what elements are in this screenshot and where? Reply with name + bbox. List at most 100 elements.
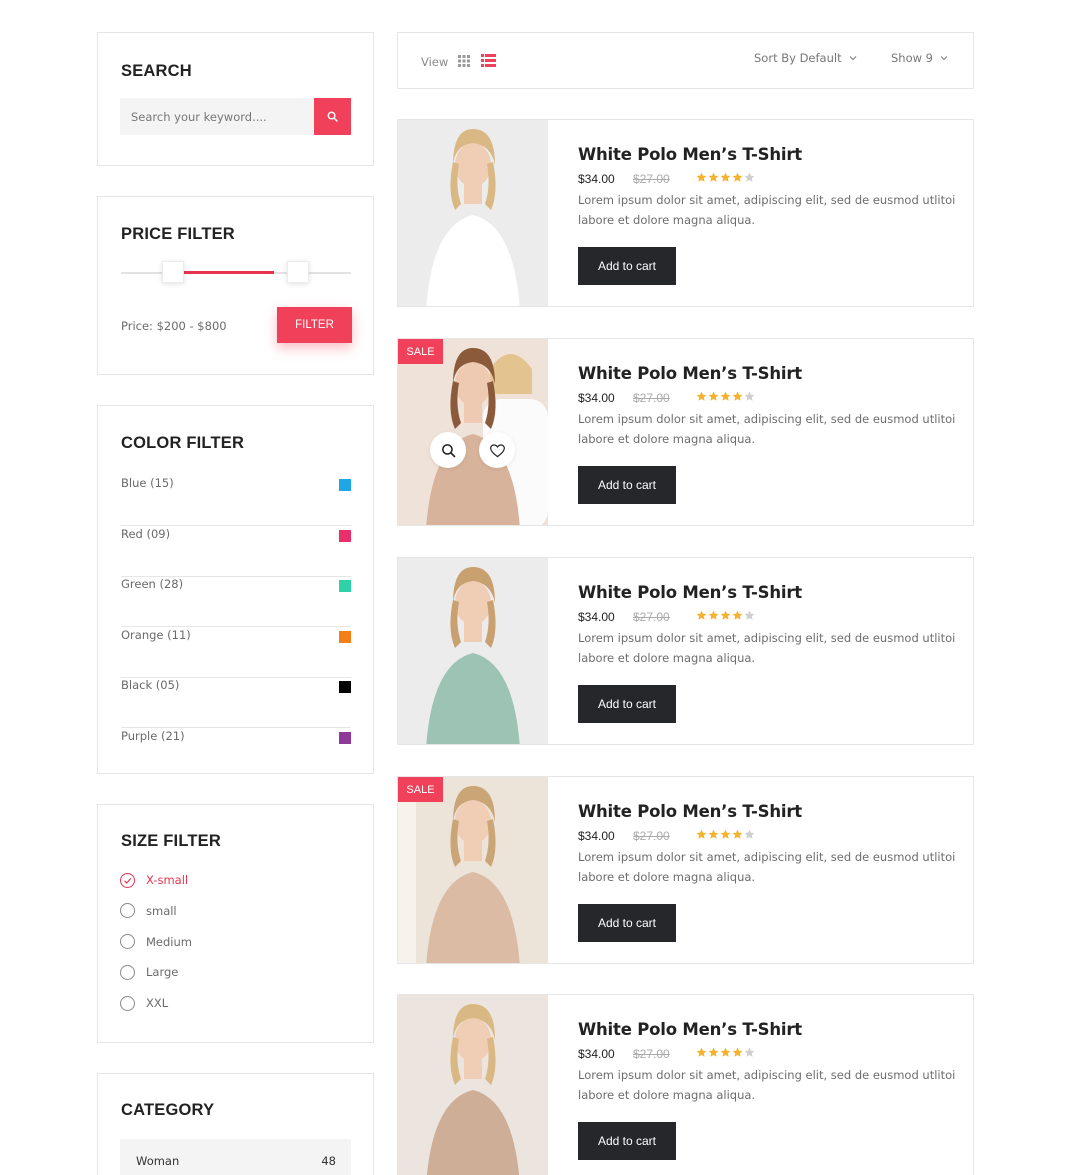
radio-icon[interactable] (120, 964, 135, 980)
star-empty-icon (744, 1047, 755, 1057)
add-to-cart-button[interactable]: Add to cart (578, 1122, 676, 1160)
radio-icon[interactable] (120, 995, 135, 1011)
filter-button[interactable]: FILTER (277, 307, 352, 343)
product-price: $34.00 (578, 1047, 615, 1061)
star-filled-icon (708, 829, 719, 839)
grid-view-icon[interactable] (458, 55, 470, 67)
search-box (120, 98, 351, 135)
color-filter-item[interactable]: Green (28) (121, 577, 351, 628)
product-description: Lorem ipsum dolor sit amet, adipiscing e… (578, 412, 956, 446)
star-filled-icon (720, 172, 731, 182)
product-thumbnail[interactable] (398, 995, 548, 1175)
product-title[interactable]: White Polo Men’s T-Shirt (578, 1020, 802, 1039)
search-icon (327, 111, 338, 122)
star-empty-icon (744, 829, 755, 839)
color-filter-item[interactable]: Orange (11) (121, 628, 351, 678)
product-price: $34.00 (578, 829, 615, 843)
product-image (398, 120, 548, 306)
view-label: View (421, 55, 449, 69)
product-card: White Polo Men’s T-Shirt $34.00 $27.00 Lore… (397, 994, 974, 1175)
quick-view-button[interactable] (430, 432, 466, 468)
price-filter-widget: PRICE FILTER Price: $200 - $800 FILTER (97, 196, 374, 375)
product-price: $34.00 (578, 391, 615, 405)
add-to-cart-button[interactable]: Add to cart (578, 466, 676, 504)
product-title[interactable]: White Polo Men’s T-Shirt (578, 364, 802, 383)
product-thumbnail[interactable]: SALE (398, 777, 548, 963)
search-input[interactable] (120, 98, 314, 135)
sale-badge: SALE (398, 777, 443, 802)
star-filled-icon (732, 829, 743, 839)
color-filter-item[interactable]: Blue (15) (121, 476, 351, 526)
color-filter-label: Green (28) (121, 577, 184, 592)
price-filter-title: PRICE FILTER (121, 225, 235, 243)
list-view-icon[interactable] (481, 54, 496, 67)
size-option[interactable]: small (120, 902, 177, 920)
product-description: Lorem ipsum dolor sit amet, adipiscing e… (578, 631, 956, 665)
color-swatch (339, 479, 351, 491)
show-count-dropdown[interactable]: Show 9 (891, 51, 948, 65)
price-range-label: Price: $200 - $800 (121, 319, 227, 333)
product-price: $34.00 (578, 172, 615, 186)
color-filter-item[interactable]: Black (05) (121, 678, 351, 729)
color-swatch (339, 580, 351, 593)
radio-icon[interactable] (120, 934, 135, 950)
product-price: $34.00 (578, 610, 615, 624)
sale-badge: SALE (398, 339, 443, 364)
product-thumbnail[interactable]: SALE (398, 339, 548, 525)
star-filled-icon (708, 1047, 719, 1057)
color-filter-widget: COLOR FILTER Blue (15) Red (09) Green (28)… (97, 405, 374, 774)
product-title[interactable]: White Polo Men’s T-Shirt (578, 145, 802, 164)
color-filter-item[interactable]: Purple (21) (121, 729, 351, 779)
add-to-cart-button[interactable]: Add to cart (578, 685, 676, 723)
product-thumbnail[interactable] (398, 120, 548, 306)
product-image (398, 777, 548, 963)
radio-checked-icon[interactable] (120, 872, 135, 888)
product-old-price: $27.00 (633, 1047, 670, 1061)
star-filled-icon (696, 172, 707, 182)
star-filled-icon (708, 172, 719, 182)
product-rating (696, 1047, 755, 1058)
product-title[interactable]: White Polo Men’s T-Shirt (578, 583, 802, 602)
star-filled-icon (708, 610, 719, 620)
product-title[interactable]: White Polo Men’s T-Shirt (578, 802, 802, 821)
category-name: Woman (136, 1154, 180, 1168)
color-swatch (339, 732, 351, 744)
product-image (398, 995, 548, 1175)
product-old-price: $27.00 (633, 391, 670, 405)
shop-toolbar: View Sort By Default Show 9 (397, 32, 974, 89)
product-description: Lorem ipsum dolor sit amet, adipiscing e… (578, 850, 956, 884)
size-option[interactable]: X-small (120, 871, 188, 889)
product-card: SALE White Polo Men’s T-Shirt $34.00 $27.00… (397, 338, 974, 526)
radio-icon[interactable] (120, 903, 135, 919)
size-option[interactable]: XXL (120, 994, 168, 1012)
star-filled-icon (696, 391, 707, 401)
color-swatch (339, 681, 351, 694)
add-to-cart-button[interactable]: Add to cart (578, 904, 676, 942)
color-filter-title: COLOR FILTER (121, 434, 245, 452)
color-filter-label: Blue (15) (121, 476, 174, 490)
price-range-min-handle[interactable] (162, 261, 184, 283)
star-filled-icon (720, 610, 731, 620)
sort-dropdown[interactable]: Sort By Default (754, 51, 857, 65)
product-rating (696, 391, 755, 402)
product-card: White Polo Men’s T-Shirt $34.00 $27.00 Lore… (397, 557, 974, 745)
size-filter-widget: SIZE FILTER X-small small Medium Large XXL (97, 804, 374, 1043)
product-card: SALE White Polo Men’s T-Shirt $34.00 $27.00… (397, 776, 974, 964)
color-filter-label: Black (05) (121, 678, 180, 693)
add-to-cart-button[interactable]: Add to cart (578, 247, 676, 285)
wishlist-button[interactable] (479, 432, 515, 468)
color-filter-item[interactable]: Red (09) (121, 527, 351, 577)
star-filled-icon (696, 1047, 707, 1057)
sort-dropdown-label: Sort By Default (754, 51, 842, 65)
search-button[interactable] (314, 98, 351, 135)
show-count-label: Show 9 (891, 51, 934, 65)
star-filled-icon (720, 829, 731, 839)
size-option[interactable]: Large (120, 963, 178, 981)
product-image (398, 558, 548, 744)
size-option[interactable]: Medium (120, 933, 192, 951)
price-range-max-handle[interactable] (287, 261, 309, 283)
category-item-woman[interactable]: Woman 48 (120, 1139, 351, 1175)
category-title: CATEGORY (121, 1101, 215, 1119)
search-widget-title: SEARCH (121, 62, 192, 80)
product-thumbnail[interactable] (398, 558, 548, 744)
